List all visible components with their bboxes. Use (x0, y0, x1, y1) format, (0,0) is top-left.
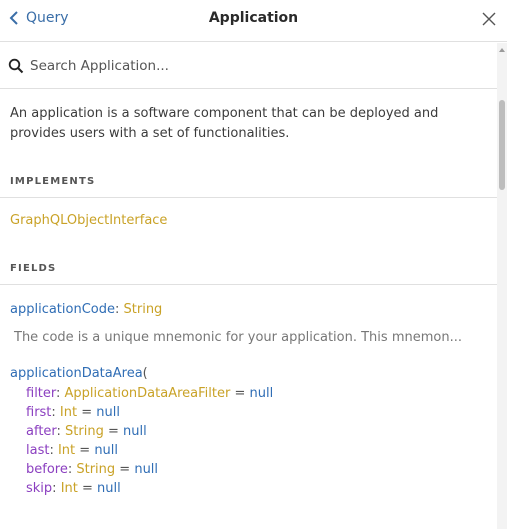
close-icon[interactable] (481, 11, 497, 27)
field-arg: skip: Int = null (26, 481, 121, 496)
scroll-up-arrow-icon[interactable] (497, 43, 507, 57)
search-input[interactable] (30, 57, 450, 74)
field-arg: filter: ApplicationDataAreaFilter = null (26, 386, 274, 401)
arg-type-link[interactable]: String (76, 462, 115, 477)
field-arg: last: Int = null (26, 443, 119, 458)
implements-link-graphqlobjectinterface[interactable]: GraphQLObjectInterface (0, 198, 497, 228)
search-icon (8, 58, 24, 73)
field-description: The code is a unique mnemonic for your a… (14, 330, 462, 345)
arg-type-link[interactable]: Int (61, 481, 78, 496)
doc-explorer-content: An application is a software component t… (0, 43, 497, 529)
arg-type-link[interactable]: Int (60, 405, 77, 420)
arg-type-link[interactable]: Int (58, 443, 75, 458)
arg-type-link[interactable]: String (65, 424, 104, 439)
field-type-link[interactable]: String (124, 302, 163, 317)
scrollbar[interactable] (497, 43, 507, 529)
arg-type-link[interactable]: ApplicationDataAreaFilter (65, 386, 231, 401)
field-name-link[interactable]: applicationDataArea (10, 366, 143, 381)
search-bar (0, 43, 497, 89)
fields-heading: FIELDS (0, 263, 497, 285)
type-description: An application is a software component t… (10, 106, 439, 141)
field-application-data-area: applicationDataArea( (10, 366, 148, 381)
implements-heading: IMPLEMENTS (0, 176, 497, 198)
scrollbar-thumb[interactable] (499, 100, 505, 190)
doc-explorer-header: Query Application (0, 0, 507, 42)
field-application-code: applicationCode: String (10, 302, 163, 317)
page-title: Application (208, 10, 299, 26)
field-arg: before: String = null (26, 462, 159, 477)
field-name-link[interactable]: applicationCode (10, 302, 115, 317)
field-arg: after: String = null (26, 424, 147, 439)
field-arg: first: Int = null (26, 405, 120, 420)
